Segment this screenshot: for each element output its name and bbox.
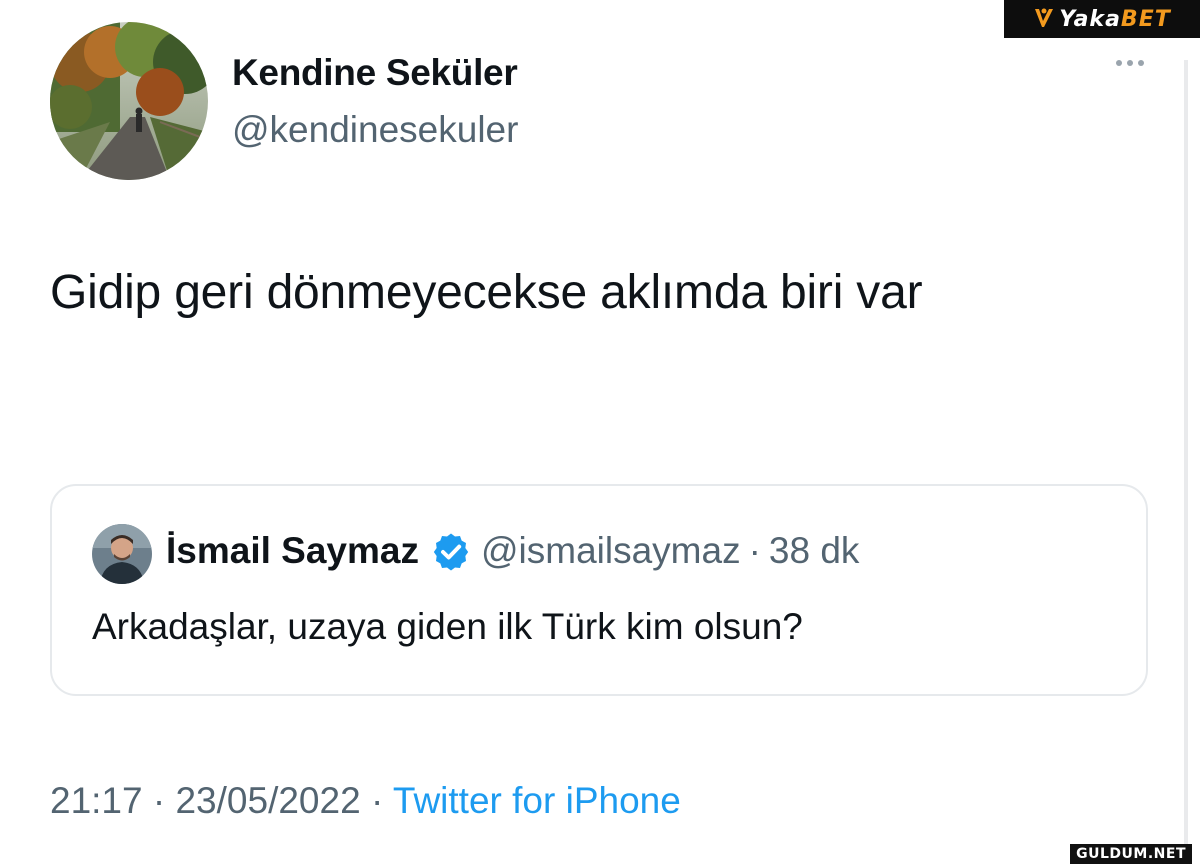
more-horizontal-icon[interactable] (1116, 60, 1144, 66)
tweet-text: Gidip geri dönmeyecekse aklımda biri var (50, 266, 923, 319)
quoted-tweet-time[interactable]: 38 dk (769, 530, 860, 572)
quoted-author-handle[interactable]: @ismailsaymaz (481, 530, 741, 572)
quoted-author-avatar[interactable] (92, 524, 152, 584)
author-handle[interactable]: @kendinesekuler (232, 109, 518, 151)
tweet-source-link[interactable]: Twitter for iPhone (393, 780, 681, 821)
meta-separator: · (152, 780, 166, 821)
tweet-meta: 21:17 · 23/05/2022 · Twitter for iPhone (50, 780, 681, 822)
quoted-tweet-card[interactable]: İsmail Saymaz @ismailsaymaz · 38 dk Arka… (50, 484, 1148, 696)
author-display-name[interactable]: Kendine Seküler (232, 52, 518, 94)
quoted-separator: · (748, 530, 761, 571)
tweet-screenshot: YakaBET Kendine Seküler @kendinesekuler … (0, 0, 1200, 867)
author-avatar[interactable] (50, 22, 208, 180)
brand-mark-icon (1035, 8, 1054, 27)
meta-separator-2: · (370, 780, 384, 821)
guldum-watermark: GULDUM.NET (1070, 844, 1192, 864)
edge-divider (1184, 60, 1188, 850)
verified-badge-icon (433, 533, 469, 571)
quoted-author-name[interactable]: İsmail Saymaz (166, 530, 419, 572)
yakabet-watermark-logo: YakaBET (1004, 0, 1200, 38)
tweet-date[interactable]: 23/05/2022 (175, 780, 360, 821)
quoted-tweet-header: İsmail Saymaz @ismailsaymaz · 38 dk (166, 530, 859, 572)
quoted-tweet-text: Arkadaşlar, uzaya giden ilk Türk kim ols… (92, 606, 803, 647)
tweet-time[interactable]: 21:17 (50, 780, 143, 821)
brand-text: YakaBET (1059, 6, 1171, 32)
